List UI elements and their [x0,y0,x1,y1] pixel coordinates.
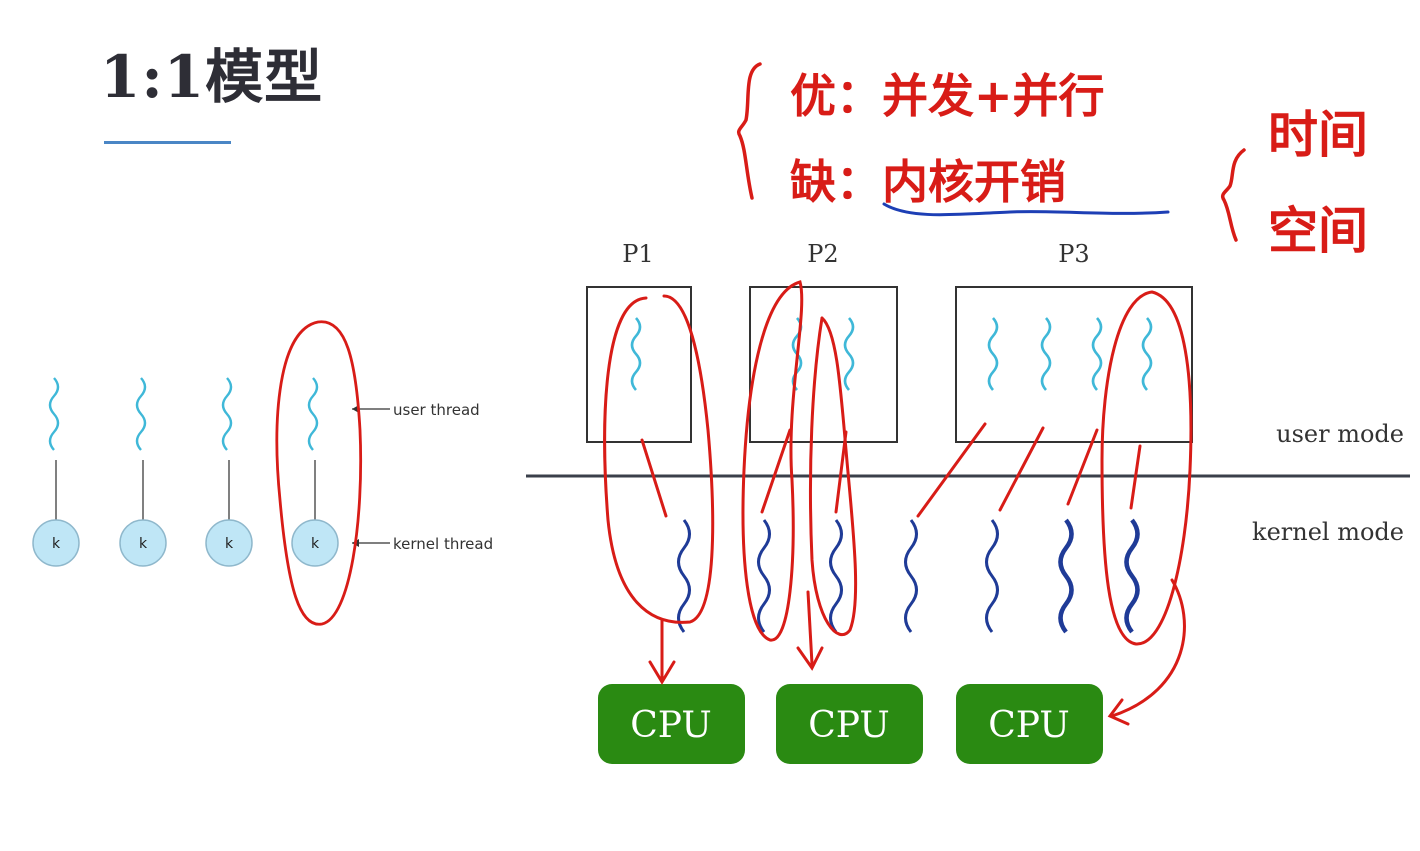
kernel-thread-label: kernel thread [393,535,493,553]
user-thread-icon [135,376,147,452]
user-thread-icon [221,376,233,452]
process-label-p1: P1 [622,240,653,268]
mapping-pair-4: k [291,376,339,567]
pros-note: 优：并发+并行 [790,69,1105,123]
kernel-node-label: k [139,536,148,552]
diagram-canvas: k k k k user thread kernel thread P1 P2 … [32,62,1410,764]
user-thread-icon [1141,316,1153,392]
cpu-label: CPU [808,705,889,746]
kernel-thread-icon [757,518,771,634]
cons-note: 缺：内核开销 [790,155,1066,209]
right-brace [1220,148,1246,242]
kernel-mode-label: kernel mode [1252,518,1404,546]
right-process-diagram: P1 P2 P3 user mode kernel mode CPU CPU C… [526,240,1410,764]
arrow-to-cpu-2 [806,590,814,666]
mapping-pair-3: k [205,376,253,567]
user-thread-icon [1091,316,1103,392]
process-label-p3: P3 [1058,240,1089,268]
user-thread-icon [48,376,60,452]
kernel-node-label: k [52,536,61,552]
kernel-thread-icon [677,518,691,634]
process-box-p3 [955,286,1193,443]
user-thread-icon [987,316,999,392]
mapping-stroke [916,422,987,518]
arrow-to-cpu-3 [1110,578,1186,718]
cpu-1: CPU [598,684,745,764]
cpu-3: CPU [956,684,1103,764]
mapping-stroke [998,426,1045,512]
kernel-thread-icon [1127,520,1138,632]
loop-p2-a [741,280,804,642]
cpu-2: CPU [776,684,923,764]
kernel-thread-icon [1061,520,1072,632]
kernel-thread-icon [985,518,999,634]
kernel-thread-icon [904,518,918,634]
kernel-thread-icon [829,518,843,634]
user-thread-icon [843,316,855,392]
cost-time-note: 时间 [1268,106,1368,164]
mapping-stroke [640,438,668,518]
cost-space-note: 空间 [1268,202,1368,260]
mapping-pair-1: k [32,376,80,567]
user-mode-label: user mode [1276,420,1404,448]
highlight-ellipse [275,320,363,626]
left-brace [736,62,762,200]
left-mapping-diagram: k k k k user thread kernel thread [32,320,493,626]
loop-p1 [603,294,715,624]
kernel-node-label: k [311,536,320,552]
user-thread-icon [307,376,319,452]
cpu-label: CPU [630,705,711,746]
user-thread-label: user thread [393,401,480,419]
process-label-p2: P2 [807,240,838,268]
user-thread-icon [630,316,642,392]
kernel-node-label: k [225,536,234,552]
user-thread-icon [1040,316,1052,392]
cpu-label: CPU [988,705,1069,746]
mapping-pair-2: k [119,376,167,567]
